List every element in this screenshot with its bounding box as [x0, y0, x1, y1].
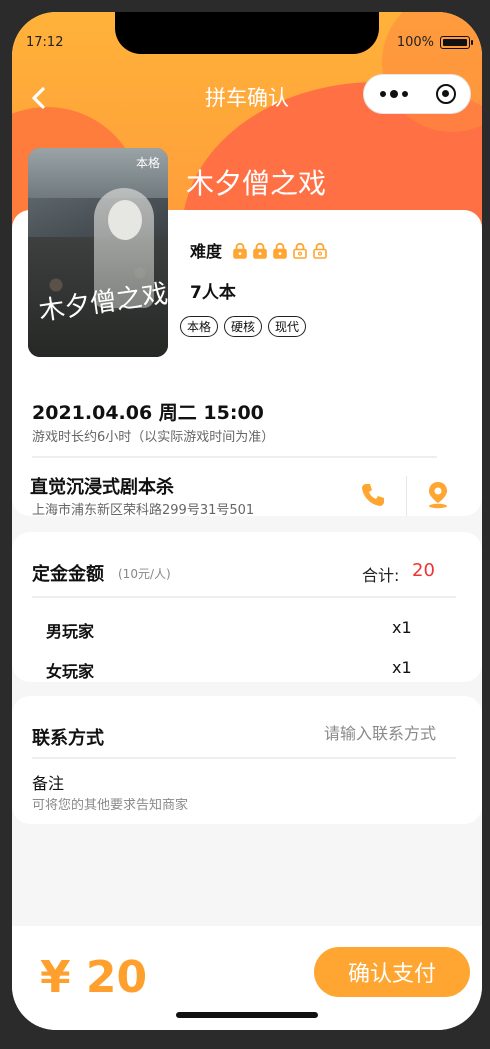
more-button[interactable] [380, 90, 408, 98]
lock-filled-icon [253, 242, 267, 259]
poster-tag: 本格 [135, 156, 160, 170]
mini-program-capsule [363, 74, 471, 114]
game-tags: 本格 硬核 现代 [180, 316, 307, 337]
lock-outline-icon [293, 242, 307, 259]
difficulty-label: 难度 [190, 242, 223, 261]
remark-input[interactable] [32, 798, 452, 813]
device-notch [115, 12, 379, 54]
session-duration: 游戏时长约6小时（以实际游戏时间为准） [32, 430, 275, 445]
status-battery: 100% [396, 35, 473, 50]
contact-input[interactable] [272, 724, 436, 743]
divider [32, 596, 456, 598]
male-player-qty: x1 [392, 618, 412, 637]
phone-icon[interactable] [360, 482, 386, 508]
male-player-label: 男玩家 [46, 622, 95, 641]
lock-filled-icon [273, 242, 287, 259]
deposit-per-person: (10元/人) [118, 567, 171, 581]
tag-pill: 现代 [268, 316, 307, 337]
battery-icon [440, 36, 473, 49]
tag-pill: 本格 [180, 316, 219, 337]
female-player-label: 女玩家 [46, 662, 95, 681]
total-price: ¥ 20 [40, 952, 148, 1003]
shop-name: 直觉沉浸式剧本杀 [30, 477, 174, 498]
deposit-label: 定金金额 [32, 564, 104, 585]
player-count: 7人本 [190, 283, 236, 303]
lock-filled-icon [233, 242, 247, 259]
lock-outline-icon [313, 242, 327, 259]
divider [32, 757, 456, 759]
game-title: 木夕僧之戏 [186, 167, 327, 200]
total-label: 合计: [362, 566, 400, 585]
session-datetime: 2021.04.06 周二 15:00 [32, 402, 264, 424]
difficulty-row: 难度 [190, 238, 328, 262]
home-indicator [176, 1012, 318, 1018]
location-pin-icon[interactable] [427, 481, 449, 509]
game-poster[interactable]: 木夕僧之戏 本格 [28, 148, 168, 357]
divider [32, 456, 437, 458]
remark-label: 备注 [32, 774, 65, 793]
close-target-button[interactable] [436, 84, 456, 104]
battery-percent: 100% [396, 35, 434, 50]
total-value: 20 [412, 560, 435, 581]
contact-label: 联系方式 [32, 728, 104, 749]
difficulty-locks [232, 242, 328, 259]
tag-pill: 硬核 [224, 316, 263, 337]
female-player-qty: x1 [392, 658, 412, 677]
status-time: 17:12 [26, 35, 64, 50]
divider [406, 476, 407, 516]
shop-address: 上海市浦东新区荣科路299号31号501 [32, 503, 255, 518]
phone-screen: 17:12 100% 拼车确认 木夕僧之戏 木夕僧之戏 本格 难度 7人本 本格… [12, 12, 482, 1030]
confirm-pay-button[interactable]: 确认支付 [314, 947, 470, 997]
